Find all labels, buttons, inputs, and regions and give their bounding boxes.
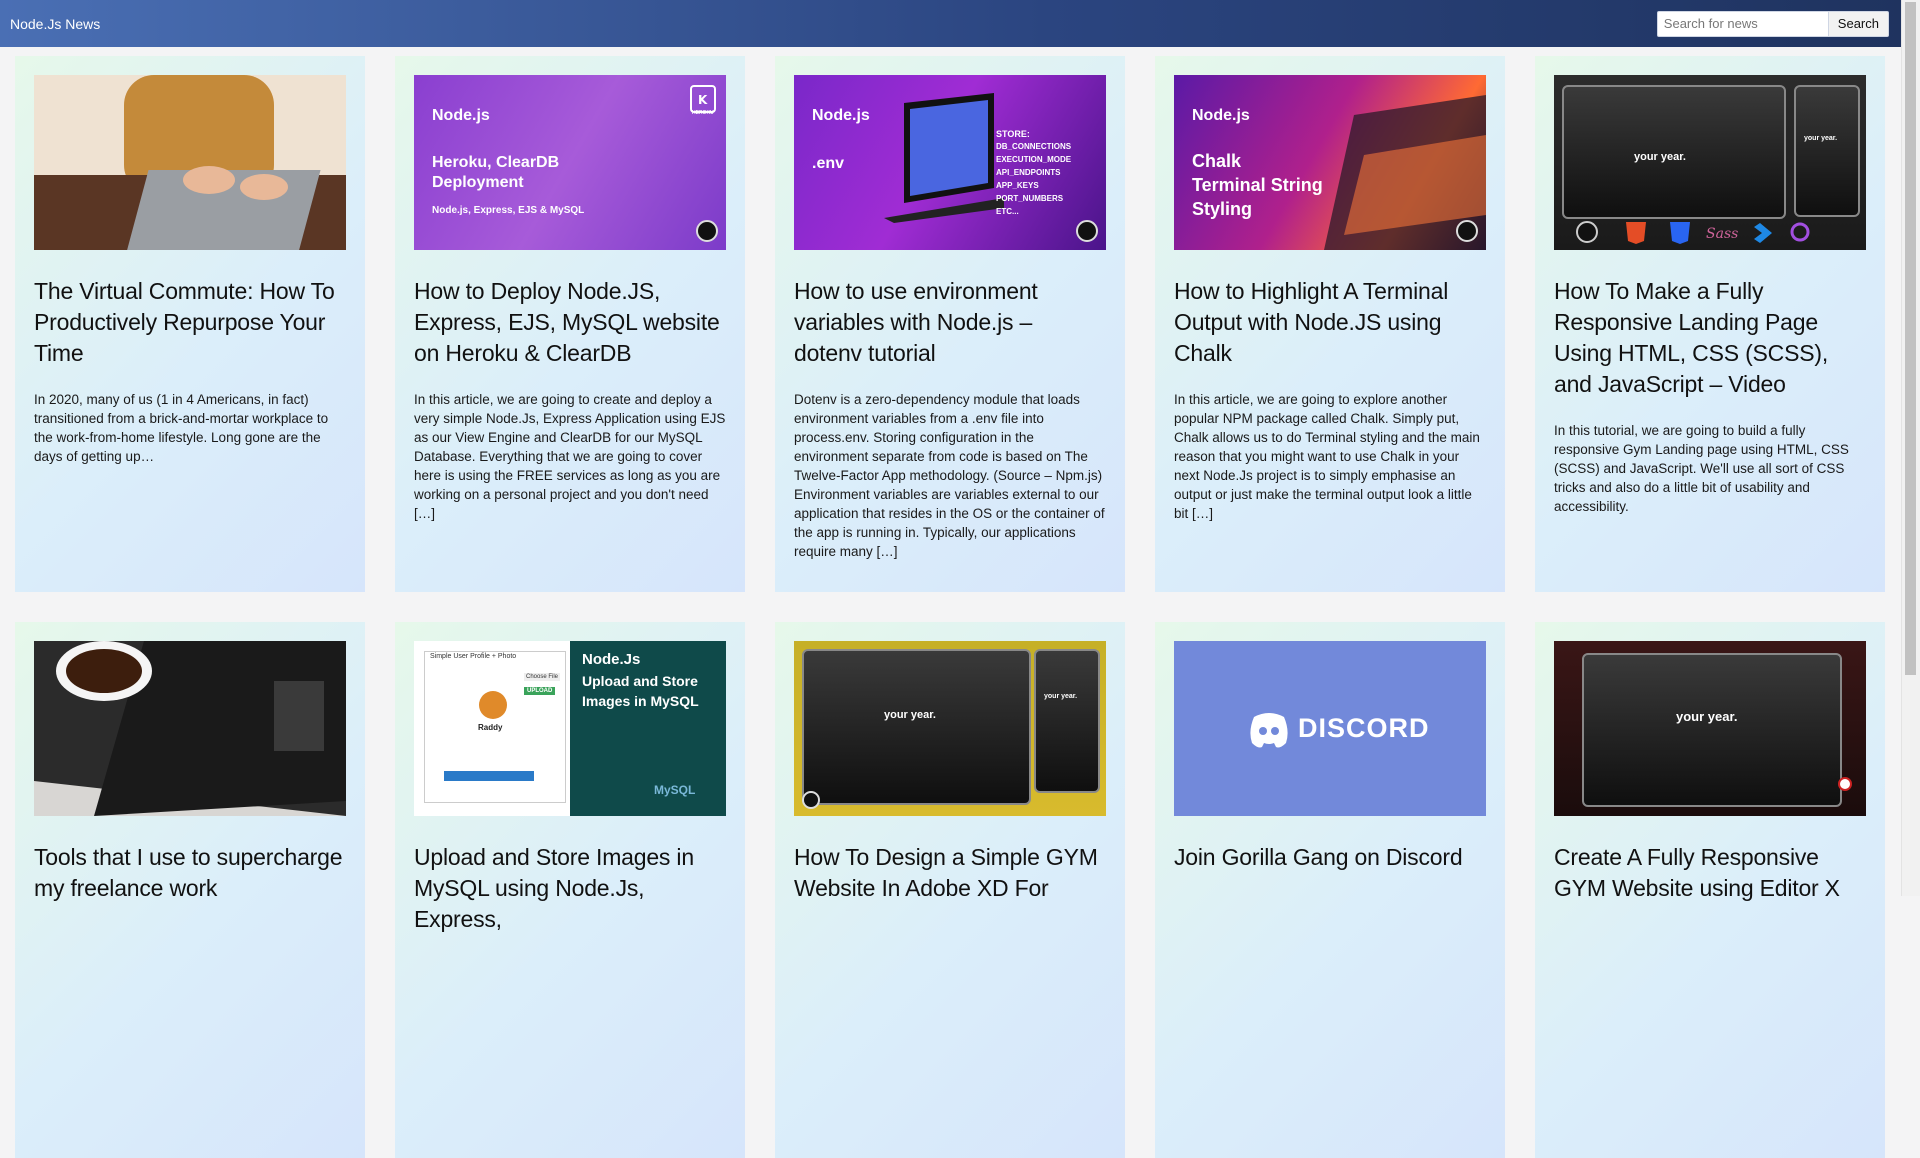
logo-badge-icon <box>802 791 820 809</box>
post-title[interactable]: Upload and Store Images in MySQL using N… <box>414 842 726 935</box>
thumb-headline: Chalk <box>1192 151 1242 171</box>
env-item: APP_KEYS <box>996 181 1039 190</box>
posts-grid: The Virtual Commute: How To Productively… <box>15 56 1885 1158</box>
post-thumbnail[interactable]: Node.js .env STORE: DB_CONNECTIONS EXECU… <box>794 75 1106 250</box>
post-thumbnail[interactable]: your year. your year. Sass <box>1554 75 1866 250</box>
scrollbar-thumb[interactable] <box>1905 2 1916 675</box>
brand-logo-link[interactable]: Node.Js News <box>10 16 100 32</box>
post-thumbnail[interactable]: your year. <box>1554 641 1866 816</box>
post-title[interactable]: How to Highlight A Terminal Output with … <box>1174 276 1486 369</box>
svg-text:Sass: Sass <box>1706 226 1738 242</box>
post-card[interactable]: Tools that I use to supercharge my freel… <box>15 622 365 1158</box>
heroku-icon: K <box>690 85 716 113</box>
thumb-label-nodejs: Node.js <box>1192 107 1250 124</box>
mockup-headline: your year. <box>1634 151 1686 163</box>
mockup-headline: your year. <box>884 709 936 721</box>
thumb-label-nodejs: Node.Js <box>582 651 641 668</box>
env-item: ETC... <box>996 207 1019 216</box>
mockup-title: Simple User Profile + Photo <box>430 653 517 660</box>
post-card[interactable]: DISCORD Join Gorilla Gang on Discord <box>1155 622 1505 1158</box>
post-card[interactable]: Node.js Chalk Terminal String Styling Ho… <box>1155 56 1505 592</box>
post-card[interactable]: your year. Create A Fully Responsive GYM… <box>1535 622 1885 1158</box>
post-title[interactable]: Join Gorilla Gang on Discord <box>1174 842 1486 873</box>
env-item: DB_CONNECTIONS <box>996 142 1072 151</box>
post-excerpt: In this article, we are going to create … <box>414 392 726 521</box>
logo-badge-icon <box>696 220 718 242</box>
post-title[interactable]: How to use environment variables with No… <box>794 276 1106 369</box>
post-card[interactable]: Simple User Profile + Photo Choose File … <box>395 622 745 1158</box>
thumb-headline: Upload and Store <box>582 673 698 689</box>
thumb-label-nodejs: Node.js <box>812 107 870 124</box>
post-title[interactable]: How To Make a Fully Responsive Landing P… <box>1554 276 1866 400</box>
post-thumbnail[interactable]: Node.js Heroku, ClearDB Deployment Node.… <box>414 75 726 250</box>
post-title[interactable]: Tools that I use to supercharge my freel… <box>34 842 346 904</box>
post-excerpt: In this article, we are going to explore… <box>1174 392 1480 521</box>
post-excerpt: Dotenv is a zero-dependency module that … <box>794 392 1105 559</box>
mobile-mockup <box>1034 649 1100 793</box>
env-item: EXECUTION_MODE <box>996 155 1072 164</box>
post-thumbnail[interactable]: Simple User Profile + Photo Choose File … <box>414 641 726 816</box>
top-navbar: Node.Js News Search <box>0 0 1901 47</box>
profile-name: Raddy <box>478 723 503 732</box>
thumb-subtitle: Node.js, Express, EJS & MySQL <box>432 205 585 216</box>
env-store-heading: STORE: <box>996 129 1030 139</box>
env-item: PORT_NUMBERS <box>996 194 1064 203</box>
thumb-headline: Terminal String <box>1192 175 1323 195</box>
post-title[interactable]: Create A Fully Responsive GYM Website us… <box>1554 842 1866 904</box>
thumb-label-env: .env <box>812 155 845 172</box>
post-excerpt: In this tutorial, we are going to build … <box>1554 423 1849 514</box>
discord-wordmark: DISCORD <box>1298 713 1430 743</box>
post-thumbnail[interactable]: Node.js Chalk Terminal String Styling <box>1174 75 1486 250</box>
thumb-headline: Styling <box>1192 199 1253 219</box>
laptop-typing-photo <box>34 75 346 250</box>
mockup-headline: your year. <box>1044 693 1078 700</box>
mobile-mockup <box>1794 85 1860 217</box>
choose-file-button: Choose File <box>524 673 561 681</box>
desktop-mockup <box>1582 653 1842 807</box>
thumb-label-nodejs: Node.js <box>432 107 490 124</box>
search-form: Search <box>1656 10 1889 37</box>
post-thumbnail[interactable]: your year. your year. <box>794 641 1106 816</box>
post-card[interactable]: your year. your year. Sass How To Make a… <box>1535 56 1885 592</box>
logo-badge-icon <box>1456 220 1478 242</box>
post-card[interactable]: Node.js Heroku, ClearDB Deployment Node.… <box>395 56 745 592</box>
post-title[interactable]: How To Design a Simple GYM Website In Ad… <box>794 842 1106 904</box>
thumb-headline: Heroku, ClearDB Deployment <box>432 154 560 191</box>
post-title[interactable]: How to Deploy Node.JS, Express, EJS, MyS… <box>414 276 726 369</box>
form-submit-button <box>444 771 534 781</box>
post-thumbnail[interactable] <box>34 75 346 250</box>
desktop-mockup <box>802 649 1031 805</box>
discord-icon <box>1250 713 1288 748</box>
logo-badge-icon <box>1076 220 1098 242</box>
post-title[interactable]: The Virtual Commute: How To Productively… <box>34 276 346 369</box>
env-item: API_ENDPOINTS <box>996 168 1061 177</box>
tech-logos-icon: Sass <box>1576 221 1810 244</box>
avatar <box>479 691 507 719</box>
post-excerpt: In 2020, many of us (1 in 4 Americans, i… <box>34 392 329 464</box>
post-thumbnail[interactable]: DISCORD <box>1174 641 1486 816</box>
upload-button: UPLOAD <box>524 687 556 695</box>
logo-badge-icon <box>1838 777 1852 791</box>
mockup-headline: your year. <box>1676 709 1738 724</box>
post-card[interactable]: Node.js .env STORE: DB_CONNECTIONS EXECU… <box>775 56 1125 592</box>
mockup-headline: your year. <box>1804 135 1838 142</box>
vertical-scrollbar[interactable] <box>1901 0 1920 896</box>
laptop-illustration <box>884 93 1004 223</box>
mysql-logo-label: MySQL <box>654 783 696 797</box>
thumb-headline: Images in MySQL <box>582 693 699 709</box>
laptop-coffee-photo <box>34 641 346 816</box>
post-thumbnail[interactable] <box>34 641 346 816</box>
post-card[interactable]: The Virtual Commute: How To Productively… <box>15 56 365 592</box>
svg-text:K: K <box>698 93 708 107</box>
post-card[interactable]: your year. your year. How To Design a Si… <box>775 622 1125 1158</box>
search-button[interactable]: Search <box>1827 10 1889 37</box>
search-input[interactable] <box>1656 10 1828 37</box>
